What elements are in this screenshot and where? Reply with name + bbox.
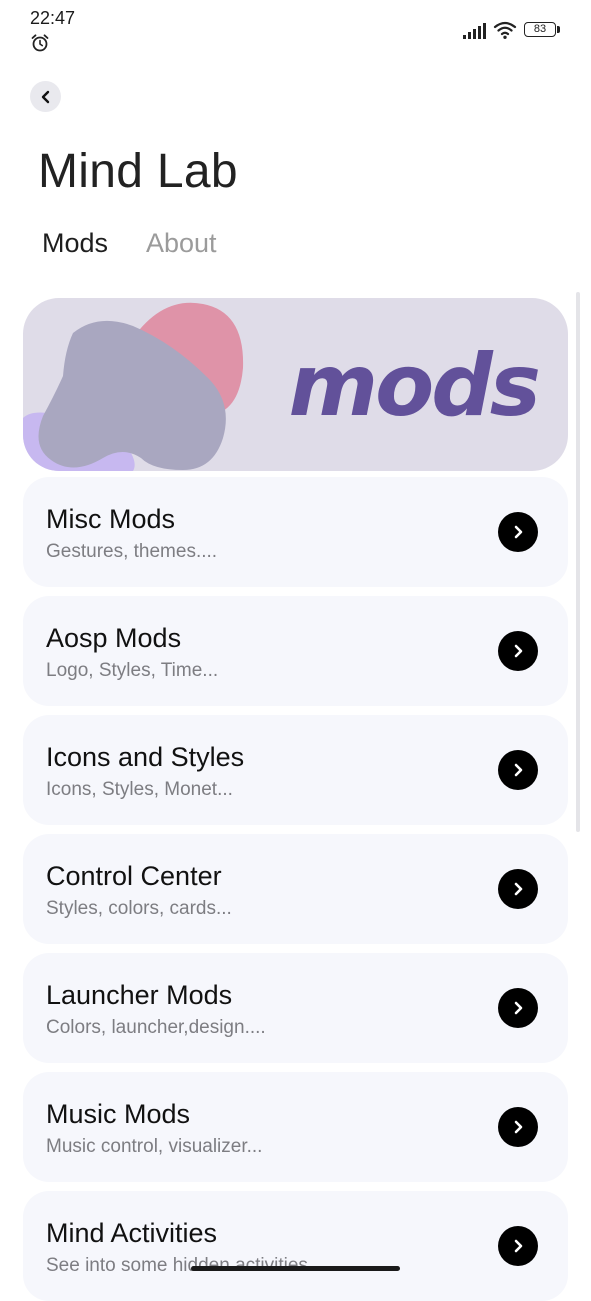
list-item-music-mods[interactable]: Music Mods Music control, visualizer...	[23, 1072, 568, 1182]
chevron-right-icon	[514, 763, 523, 777]
tab-mods[interactable]: Mods	[42, 228, 108, 259]
back-button[interactable]	[30, 81, 61, 112]
list-item-aosp-mods[interactable]: Aosp Mods Logo, Styles, Time...	[23, 596, 568, 706]
status-time: 22:47	[30, 8, 76, 28]
list-item-title: Misc Mods	[46, 504, 176, 534]
list-item-subtitle: Colors, launcher,design....	[46, 1017, 266, 1038]
open-button[interactable]	[498, 750, 538, 790]
signal-icon	[463, 23, 486, 39]
list-item-subtitle: Logo, Styles, Time...	[46, 660, 219, 681]
list-item-mind-activities[interactable]: Mind Activities See into some hidden act…	[23, 1191, 568, 1301]
chevron-right-icon	[514, 525, 523, 539]
list-item-title: Control Center	[46, 861, 222, 891]
list-item-control-center[interactable]: Control Center Styles, colors, cards...	[23, 834, 568, 944]
status-bar: 22:47 83	[0, 0, 591, 58]
mods-banner: mods	[23, 298, 568, 471]
open-button[interactable]	[498, 869, 538, 909]
list-item-icons-and-styles[interactable]: Icons and Styles Icons, Styles, Monet...	[23, 715, 568, 825]
alarm-icon	[31, 34, 49, 52]
list-item-subtitle: Music control, visualizer...	[46, 1136, 263, 1157]
chevron-right-icon	[514, 1001, 523, 1015]
list-item-subtitle: Styles, colors, cards...	[46, 898, 232, 919]
banner-mods-text: mods	[288, 336, 541, 436]
list-item-misc-mods[interactable]: Misc Mods Gestures, themes....	[23, 477, 568, 587]
page-title: Mind Lab	[38, 145, 238, 198]
open-button[interactable]	[498, 1107, 538, 1147]
chevron-left-icon	[41, 90, 49, 103]
list-item-title: Launcher Mods	[46, 980, 233, 1010]
battery-icon: 83	[524, 22, 556, 37]
chevron-right-icon	[514, 882, 523, 896]
list-item-title: Music Mods	[46, 1099, 191, 1129]
open-button[interactable]	[498, 1226, 538, 1266]
list-item-title: Mind Activities	[46, 1218, 218, 1248]
battery-tip	[557, 26, 560, 33]
scrollbar[interactable]	[576, 292, 580, 832]
list-item-launcher-mods[interactable]: Launcher Mods Colors, launcher,design...…	[23, 953, 568, 1063]
chevron-right-icon	[514, 1239, 523, 1253]
open-button[interactable]	[498, 631, 538, 671]
list-item-title: Aosp Mods	[46, 623, 182, 653]
tab-about[interactable]: About	[146, 228, 217, 259]
chevron-right-icon	[514, 644, 523, 658]
open-button[interactable]	[498, 512, 538, 552]
chevron-right-icon	[514, 1120, 523, 1134]
list-item-subtitle: Icons, Styles, Monet...	[46, 779, 233, 800]
home-indicator[interactable]	[191, 1266, 400, 1271]
wifi-icon	[493, 21, 517, 39]
open-button[interactable]	[498, 988, 538, 1028]
list-item-title: Icons and Styles	[46, 742, 245, 772]
list-item-subtitle: Gestures, themes....	[46, 541, 218, 562]
